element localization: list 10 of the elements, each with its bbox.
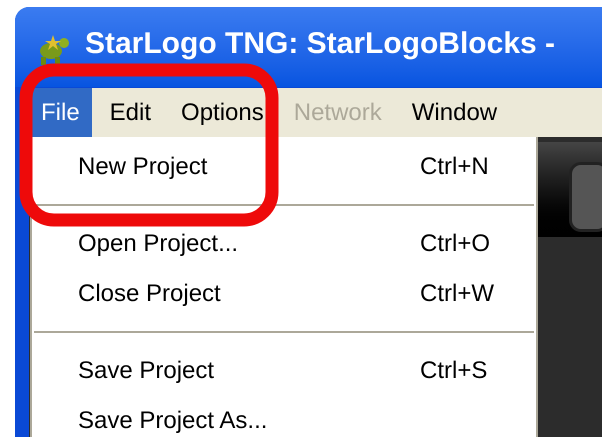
- menu-item[interactable]: Save Project As...: [32, 396, 536, 437]
- menu-item[interactable]: New Project Ctrl+N: [32, 142, 536, 192]
- menu-item[interactable]: Open Project... Ctrl+O: [32, 219, 536, 269]
- menu-item[interactable]: Close Project Ctrl+W: [32, 269, 536, 319]
- menu[interactable]: Edit: [98, 88, 164, 137]
- block-shape: [569, 162, 602, 232]
- menu[interactable]: Window: [400, 88, 510, 137]
- menu-item[interactable]: Save Project Ctrl+S: [32, 346, 536, 396]
- menu[interactable]: Options: [169, 88, 276, 137]
- window-title: StarLogo TNG: StarLogoBlocks -: [85, 27, 556, 61]
